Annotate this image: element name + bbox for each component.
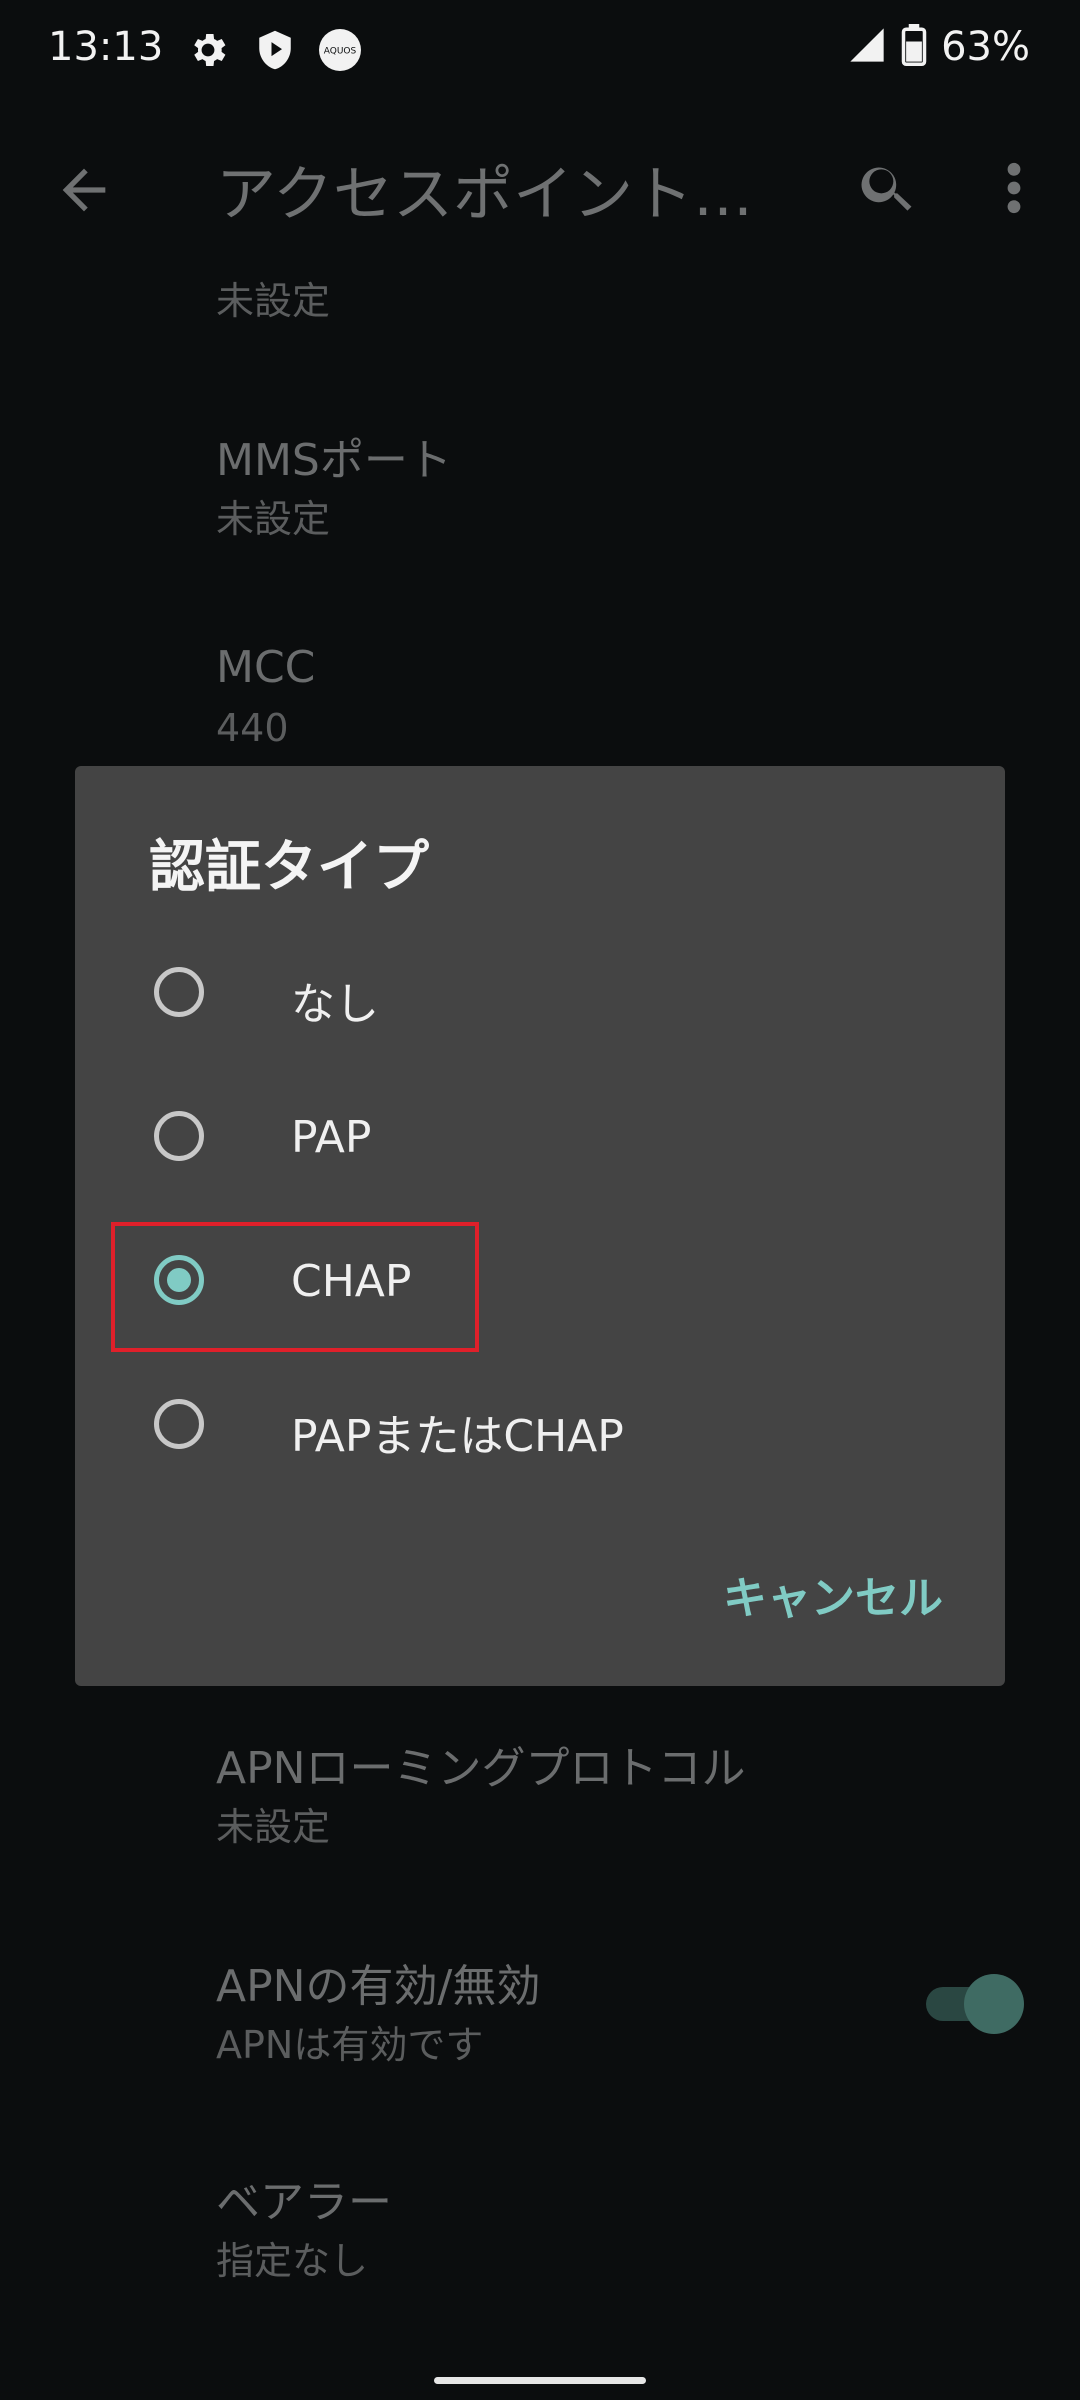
pref-title: APNローミングプロトコル [216,1743,746,1794]
pref-summary: 未設定 [216,1805,331,1849]
battery-percent: 63% [941,24,1030,70]
gear-icon [186,28,230,76]
svg-text:AQUOS: AQUOS [324,47,357,57]
apn-enable-toggle[interactable] [926,1974,1024,2034]
shield-play-icon [254,28,296,76]
option-label: PAPまたはCHAP [291,1411,624,1462]
status-bar: 13:13 AQUOS 63% [0,0,1080,100]
aquos-icon: AQUOS [318,28,362,76]
pref-summary: APNは有効です [216,2023,484,2067]
radio-button[interactable] [154,1111,204,1161]
auth-type-dialog: 認証タイプ なし PAP CHAP PAPまたはCHAP キャンセル [75,766,1005,1686]
pref-title: MMSポート [216,435,452,486]
app-bar: アクセスポイント… [0,120,1080,250]
cancel-button[interactable]: キャンセル [723,1562,943,1626]
option-none[interactable]: なし [75,924,1005,1068]
pref-title: MCC [216,642,316,693]
status-right: 63% [847,24,1030,70]
radio-button[interactable] [154,967,204,1017]
pref-summary-top: 未設定 [216,279,331,323]
radio-button[interactable] [154,1399,204,1449]
page-title: アクセスポイント… [216,160,753,230]
gesture-nav-handle[interactable] [434,2377,646,2384]
option-label: なし [291,979,379,1030]
signal-icon [847,25,887,69]
pref-summary: 440 [216,706,289,750]
status-time: 13:13 [48,24,164,70]
option-pap-or-chap[interactable]: PAPまたはCHAP [75,1356,1005,1500]
toggle-thumb [964,1974,1024,2034]
option-pap[interactable]: PAP [75,1068,1005,1212]
pref-summary: 指定なし [216,2239,369,2283]
back-arrow-icon[interactable] [52,158,116,226]
dialog-title: 認証タイプ [149,835,429,900]
more-vert-icon[interactable] [1000,156,1028,224]
pref-title: ベアラー [216,2177,392,2228]
battery-icon [901,24,927,70]
search-icon[interactable] [856,156,920,224]
option-label: PAP [291,1112,372,1163]
highlight-box [111,1222,479,1352]
pref-summary: 未設定 [216,497,331,541]
pref-title: APNの有効/無効 [216,1961,541,2012]
